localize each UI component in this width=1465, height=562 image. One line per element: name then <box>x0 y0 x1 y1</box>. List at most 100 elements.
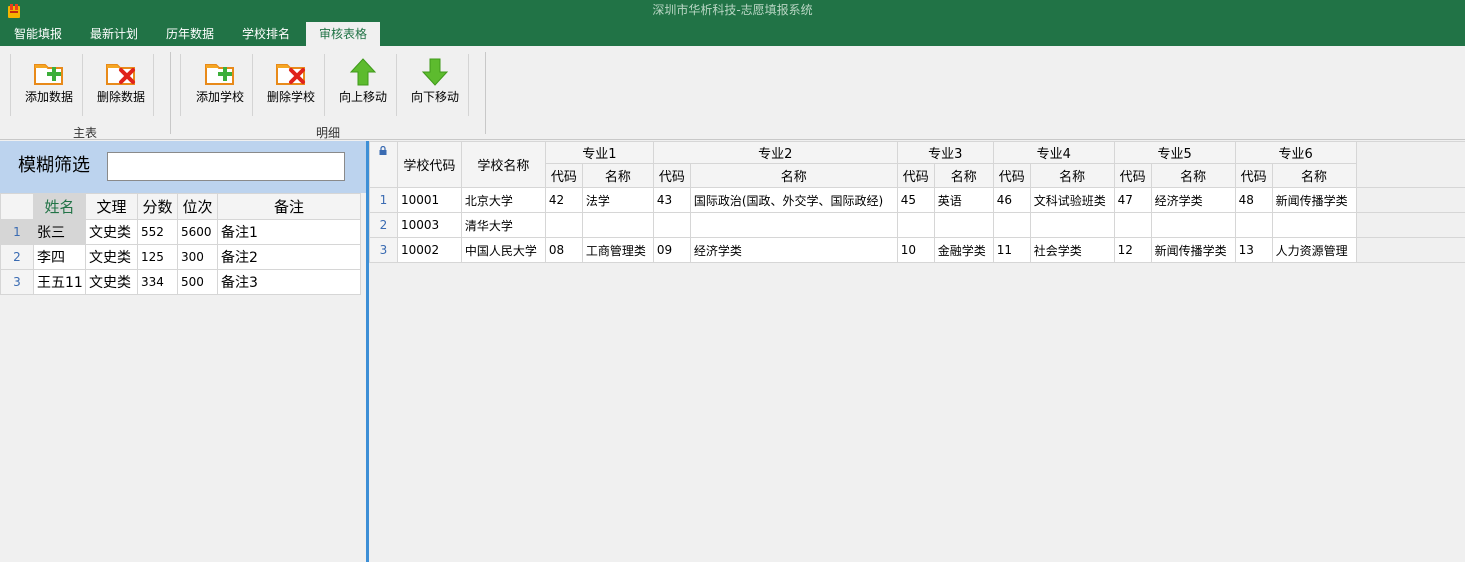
cell-score[interactable]: 125 <box>137 244 178 270</box>
cell-major-name[interactable]: 社会学类 <box>1029 237 1115 263</box>
row-number[interactable]: 1 <box>0 219 34 245</box>
cell-major-name[interactable] <box>933 212 994 238</box>
cell-major-code[interactable]: 46 <box>992 187 1031 213</box>
row-number[interactable]: 3 <box>0 269 34 295</box>
tab-school-ranking[interactable]: 学校排名 <box>230 22 302 46</box>
delete-school-button[interactable]: 删除学校 <box>259 52 323 110</box>
cell-major-name[interactable]: 工商管理类 <box>581 237 654 263</box>
column-header-major-1[interactable]: 专业1 <box>544 141 654 164</box>
column-header-major-6[interactable]: 专业6 <box>1234 141 1357 164</box>
cell-school-code[interactable]: 10002 <box>396 237 462 263</box>
cell-major-code[interactable]: 10 <box>896 237 935 263</box>
add-school-button[interactable]: 添加学校 <box>188 52 252 110</box>
tab-latest-plan[interactable]: 最新计划 <box>78 22 150 46</box>
cell-note[interactable]: 备注1 <box>217 219 361 245</box>
cell-major-name[interactable] <box>581 212 654 238</box>
column-header-major-code[interactable]: 代码 <box>896 163 935 188</box>
cell-major-code[interactable] <box>1113 212 1152 238</box>
cell-major-name[interactable]: 经济学类 <box>689 237 898 263</box>
column-header-rank[interactable]: 位次 <box>177 193 218 220</box>
tab-history-data[interactable]: 历年数据 <box>154 22 226 46</box>
column-header-school-code[interactable]: 学校代码 <box>396 141 462 188</box>
row-number[interactable]: 2 <box>0 244 34 270</box>
column-header-major-4[interactable]: 专业4 <box>992 141 1115 164</box>
column-header-name[interactable]: 姓名 <box>33 193 86 220</box>
cell-major-name[interactable]: 新闻传播学类 <box>1150 237 1236 263</box>
table-row[interactable]: 3 10002 中国人民大学 08 工商管理类 09 经济学类 10 金融学类 … <box>369 237 1465 263</box>
column-header-major-name[interactable]: 名称 <box>1029 163 1115 188</box>
column-header-major-code[interactable]: 代码 <box>1113 163 1152 188</box>
delete-data-button[interactable]: 删除数据 <box>89 52 153 110</box>
cell-track[interactable]: 文史类 <box>85 269 138 295</box>
cell-name[interactable]: 李四 <box>33 244 86 270</box>
cell-score[interactable]: 552 <box>137 219 178 245</box>
tab-smart-fill[interactable]: 智能填报 <box>2 22 74 46</box>
cell-major-code[interactable] <box>1234 212 1273 238</box>
column-header-major-name[interactable]: 名称 <box>689 163 898 188</box>
table-row[interactable]: 2 10003 清华大学 <box>369 212 1465 238</box>
cell-major-code[interactable]: 43 <box>652 187 691 213</box>
cell-major-name[interactable]: 国际政治(国政、外交学、国际政经) <box>689 187 898 213</box>
cell-major-code[interactable] <box>896 212 935 238</box>
cell-rank[interactable]: 300 <box>177 244 218 270</box>
row-number[interactable]: 2 <box>369 212 398 238</box>
cell-major-name[interactable] <box>1150 212 1236 238</box>
student-table[interactable]: 姓名 文理 分数 位次 备注 1 张三 文史类 552 5600 备注1 2 李… <box>0 193 361 295</box>
column-header-major-code[interactable]: 代码 <box>652 163 691 188</box>
school-table[interactable]: 学校代码 学校名称 专业1 专业2 专业3 专业4 专业5 专业6 代码 名称 … <box>369 141 1465 263</box>
cell-major-code[interactable]: 48 <box>1234 187 1273 213</box>
column-header-major-3[interactable]: 专业3 <box>896 141 994 164</box>
cell-major-name[interactable]: 经济学类 <box>1150 187 1236 213</box>
cell-major-name[interactable]: 英语 <box>933 187 994 213</box>
cell-school-name[interactable]: 清华大学 <box>460 212 546 238</box>
column-header-major-name[interactable]: 名称 <box>1150 163 1236 188</box>
column-header-major-code[interactable]: 代码 <box>544 163 583 188</box>
cell-rank[interactable]: 5600 <box>177 219 218 245</box>
cell-major-name[interactable]: 法学 <box>581 187 654 213</box>
column-header-major-name[interactable]: 名称 <box>933 163 994 188</box>
row-number[interactable]: 3 <box>369 237 398 263</box>
column-header-major-name[interactable]: 名称 <box>1271 163 1357 188</box>
cell-major-name[interactable] <box>1029 212 1115 238</box>
cell-major-code[interactable]: 13 <box>1234 237 1273 263</box>
tab-review-form[interactable]: 审核表格 <box>306 22 380 46</box>
cell-major-code[interactable]: 47 <box>1113 187 1152 213</box>
cell-school-name[interactable]: 北京大学 <box>460 187 546 213</box>
cell-school-code[interactable]: 10003 <box>396 212 462 238</box>
move-up-button[interactable]: 向上移动 <box>331 52 395 110</box>
cell-major-code[interactable]: 09 <box>652 237 691 263</box>
table-row[interactable]: 1 10001 北京大学 42 法学 43 国际政治(国政、外交学、国际政经) … <box>369 187 1465 213</box>
cell-major-code[interactable] <box>992 212 1031 238</box>
column-header-school-name[interactable]: 学校名称 <box>460 141 546 188</box>
add-data-button[interactable]: 添加数据 <box>17 52 81 110</box>
column-header-major-5[interactable]: 专业5 <box>1113 141 1236 164</box>
cell-rank[interactable]: 500 <box>177 269 218 295</box>
cell-track[interactable]: 文史类 <box>85 219 138 245</box>
cell-major-code[interactable]: 42 <box>544 187 583 213</box>
cell-major-name[interactable]: 文科试验班类 <box>1029 187 1115 213</box>
table-corner[interactable] <box>0 193 34 220</box>
cell-major-code[interactable]: 12 <box>1113 237 1152 263</box>
move-down-button[interactable]: 向下移动 <box>403 52 467 110</box>
table-row[interactable]: 1 张三 文史类 552 5600 备注1 <box>0 219 361 245</box>
table-row[interactable]: 2 李四 文史类 125 300 备注2 <box>0 244 361 270</box>
cell-name[interactable]: 张三 <box>33 219 86 245</box>
cell-major-name[interactable]: 人力资源管理 <box>1271 237 1357 263</box>
filter-input[interactable] <box>107 152 345 181</box>
cell-score[interactable]: 334 <box>137 269 178 295</box>
column-header-score[interactable]: 分数 <box>137 193 178 220</box>
cell-note[interactable]: 备注3 <box>217 269 361 295</box>
column-header-major-2[interactable]: 专业2 <box>652 141 898 164</box>
table-corner[interactable] <box>369 141 398 188</box>
cell-major-code[interactable]: 08 <box>544 237 583 263</box>
cell-major-code[interactable] <box>544 212 583 238</box>
cell-track[interactable]: 文史类 <box>85 244 138 270</box>
column-header-major-code[interactable]: 代码 <box>992 163 1031 188</box>
cell-major-name[interactable] <box>1271 212 1357 238</box>
cell-school-name[interactable]: 中国人民大学 <box>460 237 546 263</box>
cell-name[interactable]: 王五11 <box>33 269 86 295</box>
cell-major-name[interactable]: 金融学类 <box>933 237 994 263</box>
row-number[interactable]: 1 <box>369 187 398 213</box>
column-header-track[interactable]: 文理 <box>85 193 138 220</box>
column-header-note[interactable]: 备注 <box>217 193 361 220</box>
